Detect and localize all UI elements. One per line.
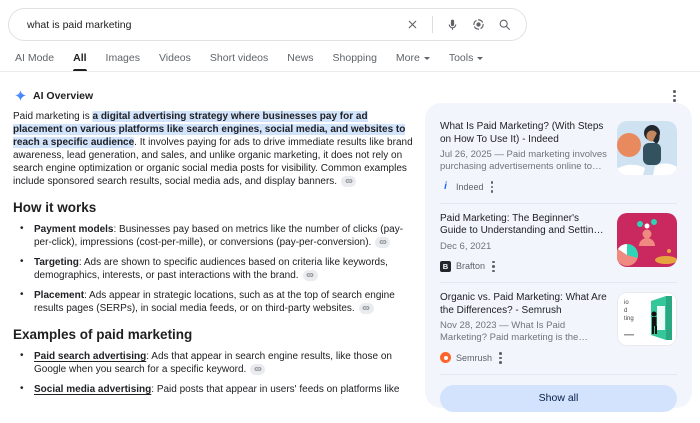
ai-sparkle-icon <box>14 89 27 102</box>
svg-text:io: io <box>624 300 629 306</box>
ai-overview-header: AI Overview <box>14 89 93 102</box>
bullet-term: Payment models <box>34 224 114 235</box>
ai-overview-body: Paid marketing is a digital advertising … <box>13 110 413 403</box>
card-options-menu[interactable] <box>489 179 496 195</box>
citation-link-icon[interactable] <box>358 302 374 314</box>
brafton-favicon: B <box>440 260 451 272</box>
search-bar-divider <box>432 16 433 33</box>
list-item: Paid search advertising: Ads that appear… <box>13 349 413 376</box>
card-source-row: i Indeed <box>440 179 607 195</box>
svg-text:ting: ting <box>624 316 634 322</box>
citation-link-icon[interactable] <box>302 269 318 281</box>
search-bar-icons <box>406 16 526 33</box>
tab-short-videos[interactable]: Short videos <box>210 52 268 71</box>
bullet-text: : Ads appear in strategic locations, suc… <box>34 290 395 314</box>
list-item: Placement: Ads appear in strategic locat… <box>13 288 413 315</box>
source-card-indeed[interactable]: What Is Paid Marketing? (With Steps on H… <box>440 112 677 203</box>
bullet-term: Placement <box>34 290 85 301</box>
tabs-bottom-rule <box>0 71 700 72</box>
bullet-text: : Paid posts that appear in users' feeds… <box>151 384 400 395</box>
tab-tools[interactable]: Tools <box>449 52 484 71</box>
tab-label: Short videos <box>209 52 269 64</box>
citation-link-icon[interactable] <box>341 175 357 187</box>
show-all-label: Show all <box>538 392 579 404</box>
citation-link-icon[interactable] <box>250 363 266 375</box>
how-it-works-list: Payment models: Businesses pay based on … <box>13 222 413 315</box>
overview-intro-paragraph: Paid marketing is a digital advertising … <box>13 110 413 188</box>
semrush-favicon <box>440 352 451 364</box>
card-snippet: Nov 28, 2023 — What Is Paid Marketing? P… <box>440 320 579 343</box>
tab-ai-mode[interactable]: AI Mode <box>15 52 54 71</box>
tab-label: Shopping <box>332 52 377 64</box>
source-name: Brafton <box>456 261 486 272</box>
bullet-term-link[interactable]: Paid search advertising <box>34 351 146 362</box>
card-thumbnail-illustration[interactable]: io d ting <box>617 292 677 346</box>
tab-label: Videos <box>158 52 191 64</box>
source-name: Indeed <box>456 181 484 192</box>
card-title[interactable]: Organic vs. Paid Marketing: What Are the… <box>440 292 607 317</box>
overview-options-menu[interactable] <box>671 88 678 104</box>
card-text: What Is Paid Marketing? (With Steps on H… <box>440 121 607 195</box>
card-text: Paid Marketing: The Beginner's Guide to … <box>440 213 607 275</box>
chevron-down-icon <box>477 57 484 60</box>
lens-icon[interactable] <box>472 18 485 31</box>
tab-more[interactable]: More <box>396 52 430 71</box>
card-text: Organic vs. Paid Marketing: What Are the… <box>440 292 607 366</box>
clear-icon[interactable] <box>406 18 419 31</box>
tab-label: Tools <box>448 52 474 64</box>
tab-all[interactable]: All <box>73 52 87 71</box>
list-item: Payment models: Businesses pay based on … <box>13 222 413 249</box>
tab-label: Images <box>105 52 140 64</box>
card-snippet: Dec 6, 2021 <box>440 240 492 252</box>
section-heading-examples: Examples of paid marketing <box>13 327 193 342</box>
tab-news[interactable]: News <box>287 52 313 71</box>
card-options-menu[interactable] <box>490 259 497 275</box>
search-input[interactable] <box>9 18 406 31</box>
card-title[interactable]: What Is Paid Marketing? (With Steps on H… <box>440 121 607 146</box>
card-source-row: Semrush <box>440 350 607 366</box>
tab-label: News <box>287 52 314 64</box>
indeed-favicon: i <box>444 181 447 193</box>
sources-panel: What Is Paid Marketing? (With Steps on H… <box>425 103 692 412</box>
tab-label: All <box>73 52 87 64</box>
card-snippet: Jul 26, 2025 — Paid marketing involves p… <box>440 149 607 172</box>
svg-text:d: d <box>624 308 627 314</box>
card-source-row: B Brafton <box>440 259 607 275</box>
tab-label: AI Mode <box>15 52 55 64</box>
ai-overview-label: AI Overview <box>33 89 94 102</box>
card-thumbnail-illustration[interactable] <box>617 212 677 267</box>
bullet-text: : Ads are shown to specific audiences ba… <box>34 257 388 281</box>
citation-link-icon[interactable] <box>375 236 391 248</box>
search-bar[interactable] <box>8 8 527 41</box>
show-all-button[interactable]: Show all <box>440 384 677 412</box>
bullet-term-link[interactable]: Social media advertising <box>34 384 151 395</box>
tab-shopping[interactable]: Shopping <box>333 52 377 71</box>
examples-list: Paid search advertising: Ads that appear… <box>13 349 413 396</box>
card-thumbnail-illustration[interactable] <box>617 121 677 175</box>
card-options-menu[interactable] <box>497 350 504 366</box>
tab-videos[interactable]: Videos <box>159 52 191 71</box>
section-heading-how-it-works: How it works <box>13 200 97 215</box>
card-divider <box>440 373 677 375</box>
list-item: Targeting: Ads are shown to specific aud… <box>13 255 413 282</box>
search-icon[interactable] <box>498 18 511 31</box>
intro-prefix: Paid marketing is <box>13 111 93 122</box>
tab-label: More <box>395 52 420 64</box>
source-card-brafton[interactable]: Paid Marketing: The Beginner's Guide to … <box>440 204 677 283</box>
list-item: Social media advertising: Paid posts tha… <box>13 382 413 396</box>
tab-images[interactable]: Images <box>106 52 140 71</box>
chevron-down-icon <box>423 57 430 60</box>
source-card-semrush[interactable]: Organic vs. Paid Marketing: What Are the… <box>440 283 677 374</box>
result-tabs: AI Mode All Images Videos Short videos N… <box>15 52 484 71</box>
bullet-term: Targeting <box>34 257 79 268</box>
mic-icon[interactable] <box>446 18 459 31</box>
card-title[interactable]: Paid Marketing: The Beginner's Guide to … <box>440 213 607 238</box>
source-name: Semrush <box>456 352 493 363</box>
